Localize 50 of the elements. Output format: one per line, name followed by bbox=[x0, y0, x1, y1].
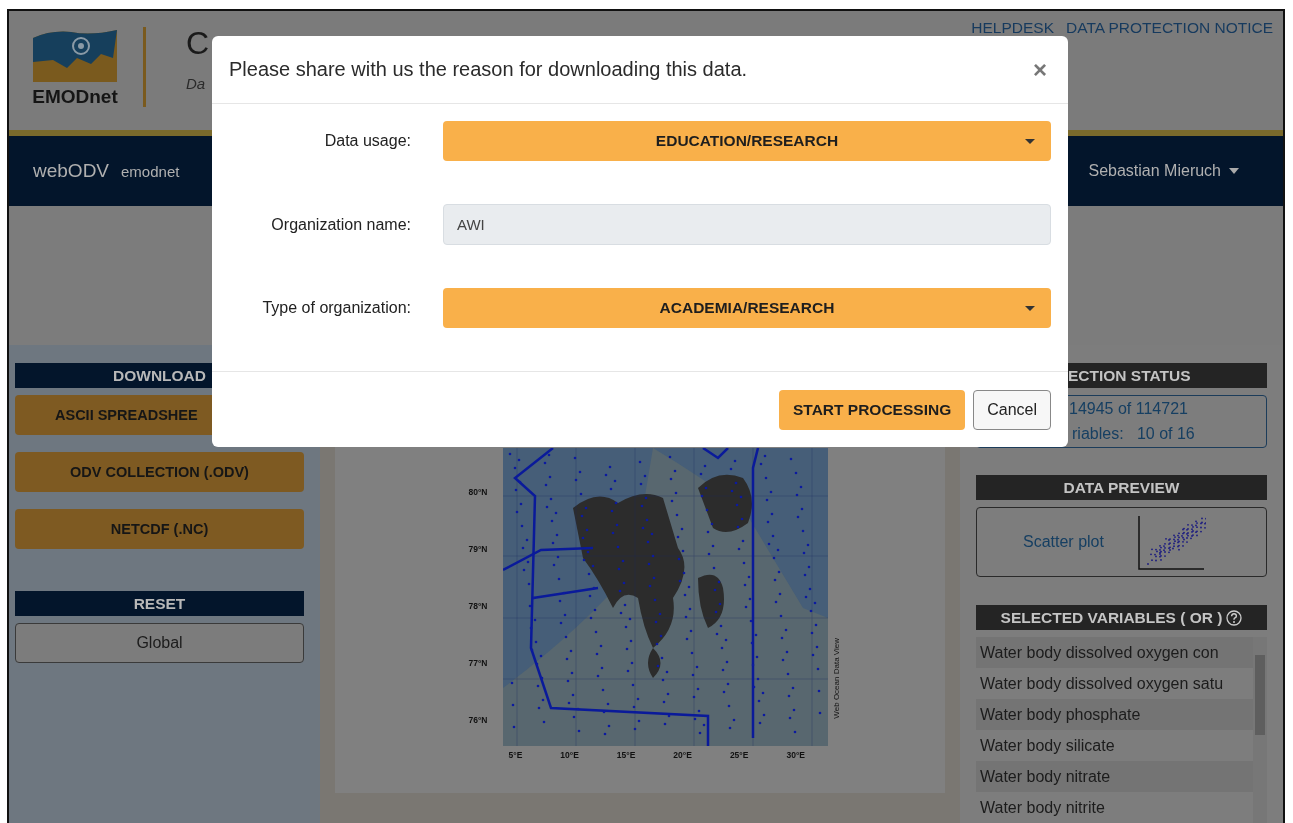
scroll-thumb[interactable] bbox=[1255, 655, 1265, 735]
section-header: RESET bbox=[15, 591, 304, 616]
wave-logo-icon bbox=[31, 28, 119, 84]
site-title: C bbox=[186, 25, 210, 61]
scrollbar[interactable] bbox=[1253, 637, 1267, 823]
logo-text: EMODnet bbox=[32, 86, 118, 108]
longitude-label: 10°E bbox=[560, 749, 579, 761]
user-menu[interactable]: Sebastian Mieruch bbox=[1088, 162, 1259, 180]
download-button[interactable]: ODV COLLECTION (.ODV) bbox=[15, 452, 304, 492]
site-subtitle: Da bbox=[186, 75, 207, 92]
dataset-link[interactable]: emodnet bbox=[121, 162, 180, 180]
field-label: Data usage: bbox=[323, 132, 411, 150]
close-button[interactable]: × bbox=[1029, 55, 1051, 84]
longitude-label: 15°E bbox=[616, 749, 636, 761]
scatter-plot-link[interactable]: Scatter plot bbox=[1023, 533, 1104, 551]
field-label: Type of organization: bbox=[261, 299, 411, 317]
caret-icon bbox=[1025, 305, 1035, 311]
status-text: riables: 10 of 16 bbox=[1071, 424, 1196, 444]
longitude-label: 25°E bbox=[729, 749, 749, 761]
caret-icon bbox=[1229, 168, 1239, 174]
reset-button[interactable]: Global bbox=[15, 623, 304, 663]
caret-icon bbox=[1025, 138, 1035, 144]
download-button[interactable]: NETCDF (.NC) bbox=[15, 509, 304, 549]
latitude-label: 79°N bbox=[468, 543, 488, 555]
scatter-plot-icon bbox=[1135, 514, 1206, 572]
section-header: DATA PREVIEW bbox=[976, 475, 1267, 500]
latitude-label: 78°N bbox=[468, 600, 488, 612]
variable-item[interactable]: Water body nitrate bbox=[976, 761, 1253, 792]
latitude-label: 77°N bbox=[468, 657, 488, 669]
brand-link[interactable]: webODV bbox=[33, 160, 110, 182]
longitude-label: 5°E bbox=[508, 749, 523, 761]
variable-item[interactable]: Water body phosphate bbox=[976, 699, 1253, 730]
help-icon bbox=[1226, 609, 1243, 626]
variable-item[interactable]: Water body dissolved oxygen con bbox=[976, 637, 1253, 668]
input-field: AWI bbox=[443, 204, 1051, 245]
dropdown[interactable]: ACADEMIA/RESEARCH bbox=[443, 288, 1051, 328]
dropdown[interactable]: EDUCATION/RESEARCH bbox=[443, 121, 1051, 161]
map-credit: Web Ocean Data View bbox=[831, 638, 841, 719]
longitude-label: 30°E bbox=[786, 749, 805, 761]
section-title: SELECTED VARIABLES ( OR ) bbox=[1000, 608, 1223, 628]
header-link[interactable]: DATA PROTECTION NOTICE bbox=[1066, 19, 1273, 37]
longitude-label: 20°E bbox=[673, 749, 692, 761]
status-text: 14945 of 114721 bbox=[1069, 399, 1189, 419]
latitude-label: 80°N bbox=[468, 486, 488, 498]
start-processing-button[interactable]: START PROCESSING bbox=[779, 389, 966, 430]
header-link[interactable]: HELPDESK bbox=[971, 19, 1055, 37]
cancel-button[interactable]: Cancel bbox=[973, 389, 1051, 430]
dialog-title: Please share with us the reason for downloading this data. bbox=[229, 58, 749, 81]
field-label: Organization name: bbox=[270, 215, 411, 234]
latitude-label: 76°N bbox=[468, 714, 488, 726]
